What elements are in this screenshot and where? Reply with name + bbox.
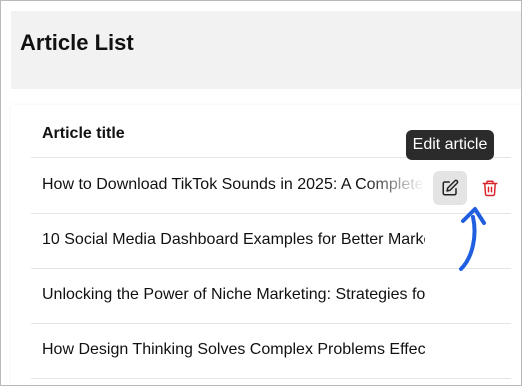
article-title[interactable]: How to Download TikTok Sounds in 2025: A…	[42, 176, 425, 194]
page-header: Article List	[11, 11, 521, 89]
app-frame: Article List Article title How to Downlo…	[0, 0, 522, 386]
table-row[interactable]: 10 Social Media Dashboard Examples for B…	[31, 213, 511, 269]
delete-article-button[interactable]	[476, 171, 504, 205]
edit-article-tooltip: Edit article	[406, 130, 494, 160]
curved-arrow-icon	[459, 207, 486, 271]
trash-icon	[482, 180, 498, 197]
table-row[interactable]: Unlocking the Power of Niche Marketing: …	[31, 268, 511, 324]
edit-article-button[interactable]	[433, 171, 467, 205]
article-title[interactable]: 10 Social Media Dashboard Examples for B…	[42, 231, 425, 249]
column-header-title: Article title	[42, 125, 125, 142]
tooltip-text: Edit article	[412, 136, 488, 153]
table-row[interactable]: How to Download TikTok Sounds in 2025: A…	[31, 158, 511, 214]
table-row[interactable]: How Design Thinking Solves Complex Probl…	[31, 323, 511, 379]
pencil-square-icon	[442, 179, 459, 196]
article-title[interactable]: How Design Thinking Solves Complex Probl…	[42, 341, 425, 359]
page-title: Article List	[20, 30, 134, 55]
article-title[interactable]: Unlocking the Power of Niche Marketing: …	[42, 286, 425, 304]
